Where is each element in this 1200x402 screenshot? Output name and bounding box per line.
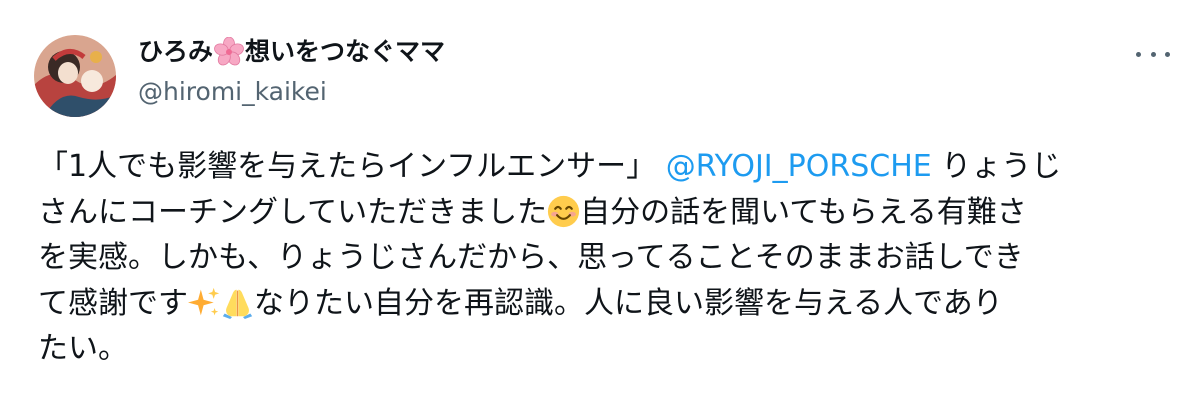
user-handle[interactable]: @hiromi_kaikei (138, 76, 445, 108)
tweet-line-3: を実感。しかも、りょうじさんだから、思ってることそのままお話しでき (38, 240, 1024, 275)
tweet-line-4: て感謝です なりたい自分を再認識。人に良い影響を与える人であり (38, 281, 1168, 327)
tweet-line-5: たい。 (38, 331, 128, 366)
tweet-line-2: さんにコーチングしていただきました 自分の話を聞いてもらえる有難さ (38, 190, 1168, 236)
display-name[interactable]: ひろみ 想いをつなぐママ (138, 36, 445, 68)
mention-link[interactable]: @RYOJI_PORSCHE (666, 149, 932, 184)
user-info: ひろみ 想いをつなぐママ @hiromi_kaikei (138, 36, 445, 108)
cherry-blossom-icon (214, 37, 244, 66)
tweet-text-segment: なりたい自分を再認識。人に良い影響を与える人であり (254, 285, 1003, 321)
avatar-image (34, 35, 116, 117)
tweet-text-segment: て感謝です (38, 285, 188, 321)
tweet-text-segment: さんにコーチングしていただきました (38, 194, 548, 230)
more-options-button[interactable] (1136, 44, 1170, 64)
display-name-part1: ひろみ (138, 37, 214, 66)
more-dots-icon (1165, 51, 1170, 57)
more-dots-icon (1150, 51, 1156, 57)
smiling-face-icon (548, 195, 580, 227)
tweet-text-segment: 自分の話を聞いてもらえる有難さ (580, 194, 1027, 230)
display-name-part2: 想いをつなぐママ (245, 37, 446, 66)
tweet-text-segment: りょうじ (931, 149, 1062, 184)
avatar[interactable] (34, 35, 116, 117)
tweet-text-segment: 「1人でも影響を与えたらインフルエンサー」 (38, 149, 657, 184)
tweet-card: ひろみ 想いをつなぐママ @hiromi_kaikei 「1人でも影響を与えたら… (0, 0, 1200, 402)
sparkles-icon (188, 287, 220, 315)
tweet-text: 「1人でも影響を与えたらインフルエンサー」 @RYOJI_PORSCHE りょう… (38, 144, 1168, 372)
folded-hands-icon (222, 289, 253, 319)
tweet-line-1: 「1人でも影響を与えたらインフルエンサー」 @RYOJI_PORSCHE りょう… (38, 144, 1168, 190)
more-dots-icon (1136, 51, 1141, 57)
